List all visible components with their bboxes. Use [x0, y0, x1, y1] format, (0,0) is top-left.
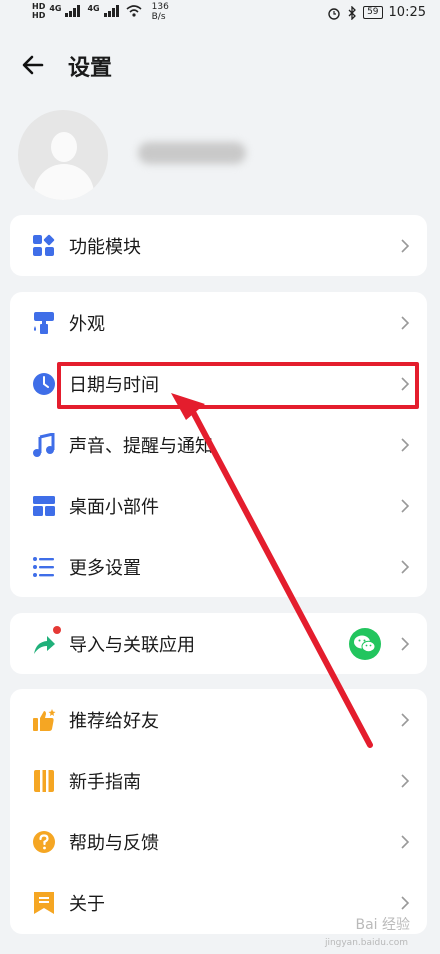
row-help-feedback[interactable]: 帮助与反馈	[10, 811, 427, 872]
help-circle-icon	[33, 830, 55, 853]
row-label: 关于	[69, 893, 105, 915]
row-label: 功能模块	[69, 236, 141, 258]
row-label: 更多设置	[69, 557, 141, 579]
hd-label-2: HD	[32, 11, 46, 20]
notification-dot	[53, 626, 61, 634]
thumbs-up-icon	[33, 708, 56, 731]
chevron-right-icon	[401, 712, 410, 727]
row-label: 桌面小部件	[69, 496, 159, 518]
speed-value: 136	[151, 2, 169, 12]
chevron-right-icon	[401, 437, 410, 452]
share-arrow-icon	[34, 635, 55, 654]
row-label: 帮助与反馈	[69, 832, 159, 854]
paint-roller-icon	[34, 311, 54, 334]
baidu-watermark: Bai 经验	[355, 917, 410, 933]
status-bar: HD HD 4G 4G 136 B/s 59 10:25	[0, 0, 440, 30]
chevron-right-icon	[401, 773, 410, 788]
baidu-watermark-url: jingyan.baidu.com	[324, 938, 408, 948]
row-beginner-guide[interactable]: 新手指南	[10, 750, 427, 811]
page-title: 设置	[68, 56, 113, 81]
chevron-right-icon	[401, 315, 410, 330]
grid-icon	[33, 234, 55, 256]
row-more-settings[interactable]: 更多设置	[10, 536, 427, 597]
widget-layout-icon	[33, 495, 55, 516]
app-header: 设置	[0, 40, 440, 90]
row-appearance[interactable]: 外观	[10, 292, 427, 353]
hd-indicators: HD HD	[32, 2, 45, 20]
list-settings-icon	[33, 556, 54, 577]
back-arrow-icon[interactable]	[18, 50, 48, 80]
hd-label-1: HD	[32, 2, 46, 11]
gen-label-1: 4G	[49, 4, 62, 13]
signal-icon	[65, 5, 83, 17]
battery-icon: 59	[363, 6, 383, 19]
system-status: 59 10:25	[327, 5, 426, 20]
row-label: 声音、提醒与通知	[69, 435, 213, 457]
clock-time: 10:25	[388, 5, 426, 20]
username-blurred[interactable]	[138, 142, 246, 164]
row-function-modules[interactable]: 功能模块	[10, 215, 427, 276]
chevron-right-icon	[401, 895, 410, 910]
chevron-right-icon	[401, 498, 410, 513]
speed-unit: B/s	[151, 12, 166, 22]
music-note-icon	[33, 432, 55, 457]
alarm-icon	[328, 7, 340, 20]
gen-label-2: 4G	[87, 4, 100, 13]
bluetooth-icon	[348, 5, 356, 20]
settings-group-3: 导入与关联应用	[10, 613, 427, 674]
row-desktop-widgets[interactable]: 桌面小部件	[10, 475, 427, 536]
guide-book-icon	[34, 769, 54, 792]
chevron-right-icon	[401, 636, 410, 651]
settings-group-1: 功能模块	[10, 215, 427, 276]
avatar[interactable]	[18, 110, 108, 200]
chevron-right-icon	[401, 238, 410, 253]
chevron-right-icon	[401, 559, 410, 574]
signal-icon-2	[103, 5, 122, 17]
network-speed: 136 B/s	[152, 2, 169, 22]
clock-icon	[33, 372, 55, 395]
wechat-icon	[349, 627, 381, 660]
network-status: HD HD 4G 4G 136 B/s	[32, 2, 169, 22]
row-recommend-friends[interactable]: 推荐给好友	[10, 689, 427, 750]
settings-group-4: 推荐给好友 新手指南 帮助与反馈 关于	[10, 689, 427, 934]
settings-group-2: 外观 日期与时间 声音、提醒与通知 桌面小部件 更多设置	[10, 292, 427, 597]
row-label: 导入与关联应用	[69, 634, 195, 656]
row-label: 外观	[69, 313, 105, 335]
row-label: 新手指南	[69, 771, 141, 793]
chevron-right-icon	[401, 834, 410, 849]
row-label: 推荐给好友	[69, 710, 159, 732]
highlight-box-date-time	[57, 362, 419, 409]
row-sound-notifications[interactable]: 声音、提醒与通知	[10, 414, 427, 475]
wifi-icon	[126, 5, 142, 17]
bookmark-flag-icon	[34, 891, 54, 914]
row-import-link-apps[interactable]: 导入与关联应用	[10, 613, 427, 674]
